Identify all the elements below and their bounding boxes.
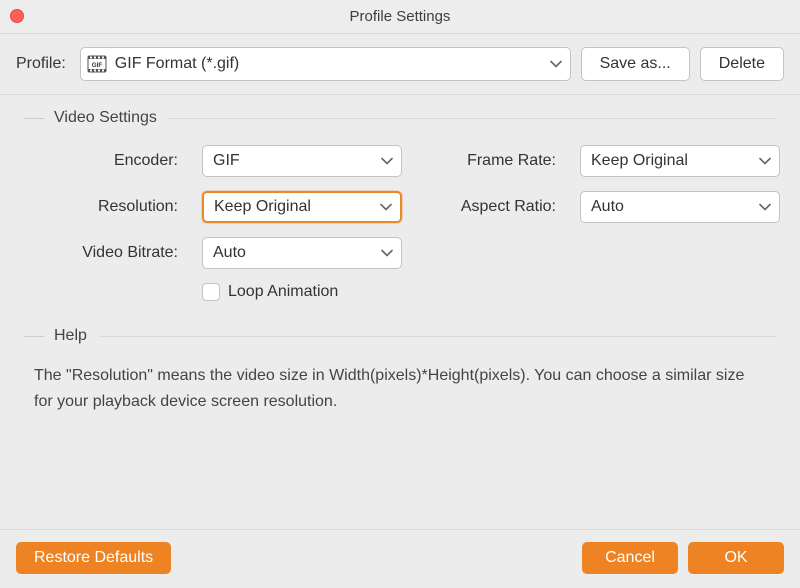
framerate-select[interactable]: Keep Original: [580, 145, 780, 177]
close-icon[interactable]: [10, 9, 24, 23]
cancel-label: Cancel: [605, 549, 655, 567]
aspect-ratio-value: Auto: [591, 198, 624, 216]
footer-bar: Restore Defaults Cancel OK: [0, 529, 800, 588]
divider: [24, 118, 44, 119]
svg-text:GIF: GIF: [92, 62, 103, 69]
encoder-value: GIF: [213, 152, 240, 170]
loop-animation-label: Loop Animation: [228, 283, 338, 301]
window-title: Profile Settings: [350, 8, 451, 25]
video-bitrate-select[interactable]: Auto: [202, 237, 402, 269]
video-bitrate-value: Auto: [213, 244, 246, 262]
aspect-ratio-select[interactable]: Auto: [580, 191, 780, 223]
profile-label: Profile:: [16, 55, 66, 73]
aspect-ratio-label: Aspect Ratio:: [426, 198, 556, 216]
loop-animation-checkbox[interactable]: [202, 283, 220, 301]
divider: [24, 336, 44, 337]
ok-label: OK: [724, 549, 747, 567]
ok-button[interactable]: OK: [688, 542, 784, 574]
divider: [169, 118, 776, 119]
restore-defaults-button[interactable]: Restore Defaults: [16, 542, 171, 574]
divider: [99, 336, 776, 337]
encoder-label: Encoder:: [34, 152, 178, 170]
chevron-down-icon: [380, 203, 392, 211]
framerate-value: Keep Original: [591, 152, 688, 170]
profile-select[interactable]: GIF GIF Format (*.gif): [80, 47, 571, 81]
video-settings-legend: Video Settings: [54, 109, 157, 127]
resolution-select[interactable]: Keep Original: [202, 191, 402, 223]
traffic-lights: [10, 9, 24, 23]
delete-label: Delete: [719, 55, 765, 73]
titlebar: Profile Settings: [0, 0, 800, 34]
resolution-value: Keep Original: [214, 198, 311, 216]
help-group: Help The "Resolution" means the video si…: [24, 327, 776, 414]
video-settings-group: Video Settings Encoder: GIF Frame Rate: …: [24, 109, 776, 301]
profile-settings-window: Profile Settings Profile:: [0, 0, 800, 588]
resolution-label: Resolution:: [34, 198, 178, 216]
save-as-button[interactable]: Save as...: [581, 47, 690, 81]
chevron-down-icon: [550, 60, 562, 68]
help-legend: Help: [54, 327, 87, 345]
help-text: The "Resolution" means the video size in…: [24, 363, 776, 414]
chevron-down-icon: [381, 249, 393, 257]
content-area: Video Settings Encoder: GIF Frame Rate: …: [0, 95, 800, 529]
profile-select-value: GIF Format (*.gif): [115, 55, 239, 73]
encoder-select[interactable]: GIF: [202, 145, 402, 177]
framerate-label: Frame Rate:: [426, 152, 556, 170]
delete-button[interactable]: Delete: [700, 47, 784, 81]
profile-row: Profile: GIF: [0, 34, 800, 95]
video-bitrate-label: Video Bitrate:: [34, 244, 178, 262]
gif-file-icon: GIF: [87, 55, 107, 73]
chevron-down-icon: [381, 157, 393, 165]
chevron-down-icon: [759, 157, 771, 165]
save-as-label: Save as...: [600, 55, 671, 73]
chevron-down-icon: [759, 203, 771, 211]
cancel-button[interactable]: Cancel: [582, 542, 678, 574]
restore-defaults-label: Restore Defaults: [34, 549, 153, 567]
